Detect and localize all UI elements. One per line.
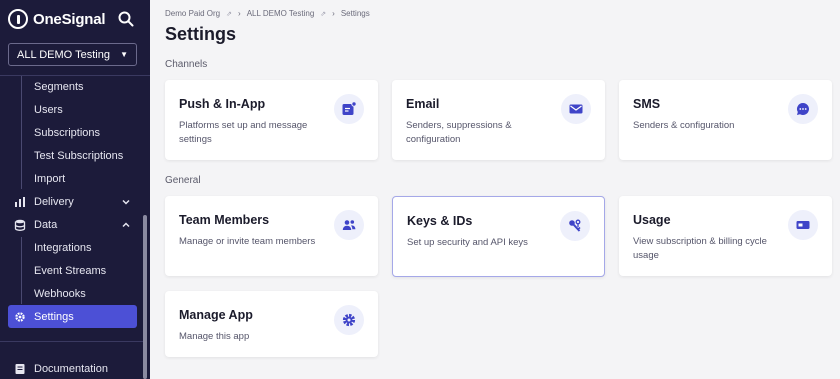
sidebar-item-label: Import [34,172,66,185]
sidebar-item-webhooks[interactable]: Webhooks [8,282,137,305]
sidebar-item-label: Delivery [34,195,74,208]
card-description: Senders, suppressions & configuration [406,120,512,145]
sidebar-item-users[interactable]: Users [8,98,137,121]
caret-down-icon: ▼ [120,50,128,59]
breadcrumb: Demo Paid Org ⇗ › ALL DEMO Testing ⇗ › S… [165,9,370,18]
card-description: Platforms set up and message settings [179,120,308,145]
brand-logo[interactable]: OneSignal [8,8,134,30]
gear-icon [14,311,26,323]
card-description: Set up security and API keys [407,237,528,248]
card-title: Keys & IDs [407,214,473,228]
sidebar-scrollbar[interactable] [143,215,147,379]
card-email[interactable]: Email Senders, suppressions & configurat… [392,80,605,160]
section-label-general: General [165,175,201,186]
sidebar-item-import[interactable]: Import [8,167,137,190]
card-title: Manage App [179,308,253,322]
sidebar-item-documentation[interactable]: Documentation [8,357,137,379]
chat-bubble-icon [788,94,818,124]
page-title: Settings [165,24,237,44]
sidebar-item-segments[interactable]: Segments [8,75,137,98]
brand-name: OneSignal [33,10,106,28]
card-title: Usage [633,213,671,227]
sidebar-item-label: Event Streams [34,264,107,277]
card-description: Senders & configuration [633,120,735,131]
breadcrumb-current: Settings [340,9,370,18]
card-push-in-app[interactable]: Push & In-App Platforms set up and messa… [165,80,378,160]
search-icon[interactable] [117,10,135,28]
card-keys-ids[interactable]: Keys & IDs Set up security and API keys [392,196,605,277]
sidebar-item-label: Webhooks [34,287,86,300]
sidebar-item-label: Subscriptions [34,126,101,139]
keys-icon [560,211,590,241]
external-link-icon: ⇗ [320,10,327,18]
external-link-icon: ⇗ [226,10,233,18]
app-selector[interactable]: ALL DEMO Testing ▼ [8,43,137,66]
main-content: Demo Paid Org ⇗ › ALL DEMO Testing ⇗ › S… [150,0,840,379]
chevron-down-icon [121,197,131,207]
sidebar-item-test-subscriptions[interactable]: Test Subscriptions [8,144,137,167]
breadcrumb-separator: › [332,9,335,18]
breadcrumb-separator: › [238,9,241,18]
breadcrumb-org[interactable]: Demo Paid Org [165,9,220,18]
chevron-up-icon [121,220,131,230]
sidebar-item-settings[interactable]: Settings [8,305,137,328]
sidebar-item-label: Test Subscriptions [34,149,124,162]
sidebar-item-label: Segments [34,80,84,93]
sidebar-item-label: Settings [34,310,74,323]
breadcrumb-app[interactable]: ALL DEMO Testing [247,9,315,18]
card-team-members[interactable]: Team Members Manage or invite team membe… [165,196,378,276]
card-manage-app[interactable]: Manage App Manage this app [165,291,378,357]
sidebar: OneSignal ALL DEMO Testing ▼ Segments Us… [0,0,150,379]
card-description: View subscription & billing cycle usage [633,236,767,261]
sidebar-item-label: Data [34,218,58,231]
database-icon [14,219,26,231]
mail-icon [561,94,591,124]
card-description: Manage this app [179,331,250,342]
gear-icon [334,305,364,335]
sidebar-item-label: Documentation [34,362,108,375]
onesignal-logo-icon [8,9,28,29]
divider [0,341,143,342]
sidebar-item-integrations[interactable]: Integrations [8,236,137,259]
app-selector-value: ALL DEMO Testing [17,48,110,61]
card-usage[interactable]: Usage View subscription & billing cycle … [619,196,832,276]
card-title: Push & In-App [179,97,266,111]
card-title: SMS [633,97,661,111]
card-description: Manage or invite team members [179,236,316,247]
sidebar-item-label: Integrations [34,241,92,254]
people-icon [334,210,364,240]
card-sms[interactable]: SMS Senders & configuration [619,80,832,160]
sidebar-item-event-streams[interactable]: Event Streams [8,259,137,282]
billing-card-icon [788,210,818,240]
sidebar-item-delivery[interactable]: Delivery [8,190,137,213]
section-label-channels: Channels [165,59,208,70]
notification-icon [334,94,364,124]
sidebar-item-data[interactable]: Data [8,213,137,236]
sidebar-item-subscriptions[interactable]: Subscriptions [8,121,137,144]
card-title: Email [406,97,440,111]
bar-chart-icon [14,196,26,208]
sidebar-item-label: Users [34,103,63,116]
document-icon [14,363,26,375]
card-title: Team Members [179,213,270,227]
